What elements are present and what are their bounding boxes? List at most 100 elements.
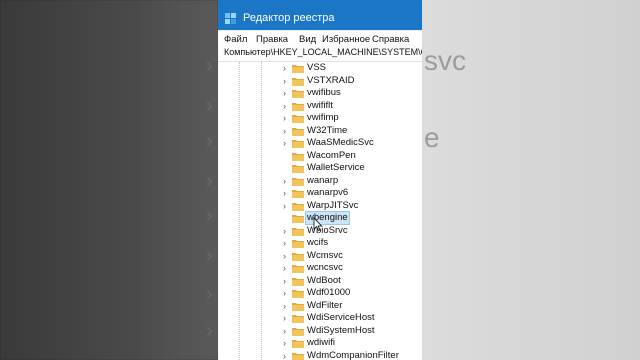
folder-icon [292,90,304,98]
tree-item[interactable]: › VSS [218,62,422,75]
menu-view[interactable]: Вид [299,34,316,45]
expand-chevron-icon[interactable]: › [283,287,286,299]
tree-item-label: W32Time [307,124,348,136]
tree-item-label: WdiServiceHost [307,312,375,323]
tree-item-label: WaaSMedicSvc [307,137,374,148]
expand-chevron-icon[interactable]: › [283,225,286,237]
expand-chevron-icon[interactable]: › [283,137,286,149]
folder-icon [292,165,304,173]
expand-chevron-icon[interactable]: › [283,62,286,74]
address-path[interactable]: Компьютер\HKEY_LOCAL_MACHINE\SYSTEM\Curr… [224,47,422,57]
tree-item-label: WacomPen [307,149,356,161]
expand-chevron-icon[interactable]: › [283,300,286,312]
mouse-cursor-icon [313,217,323,231]
tree-item[interactable]: › wdiwifi [218,337,422,350]
tree-item[interactable]: › wcncsvc [218,262,422,275]
tree-item-label: WdmCompanionFilter [307,349,399,360]
folder-icon [292,290,304,298]
folder-icon [292,302,304,311]
folder-icon [292,215,304,223]
folder-icon [292,77,304,86]
tree-item-label: Wdf01000 [307,287,351,298]
registry-tree: › VSS › VSTXRAID › vwifibus › vwififlt › vwifimp ›… [218,62,422,360]
tree-item[interactable]: WacomPen [218,150,422,163]
background-chevron-icon: › [206,95,213,117]
menu-edit[interactable]: Правка [256,34,288,45]
background-chevron-icon: › [206,245,213,267]
tree-item-label: vwifimp [307,112,339,123]
background-chevron-icon: › [206,283,213,305]
tree-item[interactable]: › Wcmsvc [218,250,422,263]
expand-chevron-icon[interactable]: › [283,125,286,137]
tree-item[interactable]: › WdBoot [218,275,422,288]
tree-item[interactable]: › WdiSystemHost [218,325,422,338]
registry-editor-icon [225,13,236,24]
expand-chevron-icon[interactable]: › [283,337,286,349]
tree-item[interactable]: › WdiServiceHost [218,312,422,325]
tree-item-label: WdFilter [307,299,343,311]
expand-chevron-icon[interactable]: › [283,250,286,262]
registry-editor-window: Редактор реестра Файл Правка Вид Избранн… [218,0,422,360]
tree-item-label: WalletService [307,162,365,173]
background-chevron-icon: › [206,130,213,152]
tree-item[interactable]: › Wdf01000 [218,287,422,300]
folder-icon [292,227,304,236]
address-bar[interactable]: Компьютер\HKEY_LOCAL_MACHINE\SYSTEM\Curr… [218,45,422,62]
menu-favorites[interactable]: Избранное [322,34,370,45]
tree-item-label: wanarp [307,174,339,186]
expand-chevron-icon[interactable]: › [283,200,286,212]
tree-item[interactable]: › W32Time [218,125,422,138]
tree-item[interactable]: › vwififlt [218,100,422,113]
background-text: e [424,122,440,153]
tree-item[interactable]: › WarpJITSvc [218,200,422,213]
folder-icon [292,115,304,123]
window-title: Редактор реестра [243,12,335,24]
expand-chevron-icon[interactable]: › [283,87,286,99]
tree-item-label: VSS [307,62,327,73]
expand-chevron-icon[interactable]: › [283,187,286,199]
expand-chevron-icon[interactable]: › [283,350,286,360]
expand-chevron-icon[interactable]: › [283,312,286,324]
folder-icon [292,277,304,286]
tree-item-label: WarpJITSvc [307,199,359,211]
background-chevron-icon: › [206,320,213,342]
expand-chevron-icon[interactable]: › [283,100,286,112]
tree-item[interactable]: › vwifimp [218,112,422,125]
folder-icon [292,190,304,198]
expand-chevron-icon[interactable]: › [283,325,286,337]
folder-icon [292,177,304,186]
menu-file[interactable]: Файл [224,34,247,45]
expand-chevron-icon[interactable]: › [283,175,286,187]
folder-icon [292,315,304,323]
folder-icon [292,140,304,148]
folder-icon [292,265,304,273]
tree-item-label: WdiSystemHost [307,324,375,336]
expand-chevron-icon[interactable]: › [283,112,286,124]
tree-item[interactable]: WalletService [218,162,422,175]
folder-icon [292,240,304,248]
tree-item[interactable]: › WaaSMedicSvc [218,137,422,150]
expand-chevron-icon[interactable]: › [283,75,286,87]
expand-chevron-icon[interactable]: › [283,237,286,249]
tree-item[interactable]: › wcifs [218,237,422,250]
expand-chevron-icon[interactable]: › [283,262,286,274]
tree-item[interactable]: › vwifibus [218,87,422,100]
folder-icon [292,102,304,111]
tree-item-label: Wcmsvc [307,249,343,261]
expand-chevron-icon[interactable]: › [283,275,286,287]
folder-icon [292,327,304,336]
folder-icon [292,65,304,73]
tree-item[interactable]: › wanarpv6 [218,187,422,200]
tree-item[interactable]: › wanarp [218,175,422,188]
tree-item[interactable]: › WdmCompanionFilter [218,350,422,360]
tree-item[interactable]: › VSTXRAID [218,75,422,88]
tree-item-label: wcncsvc [307,262,343,273]
menu-help[interactable]: Справка [372,34,409,45]
tree-item[interactable]: › WdFilter [218,300,422,313]
tree-item-label: WdBoot [307,274,341,286]
tree-item-label: vwifibus [307,87,341,98]
background-chevron-icon: › [206,170,213,192]
tree-item-label: wdiwifi [307,337,335,348]
tree-item-label: vwififlt [307,99,333,111]
background-text: svc [424,45,466,76]
